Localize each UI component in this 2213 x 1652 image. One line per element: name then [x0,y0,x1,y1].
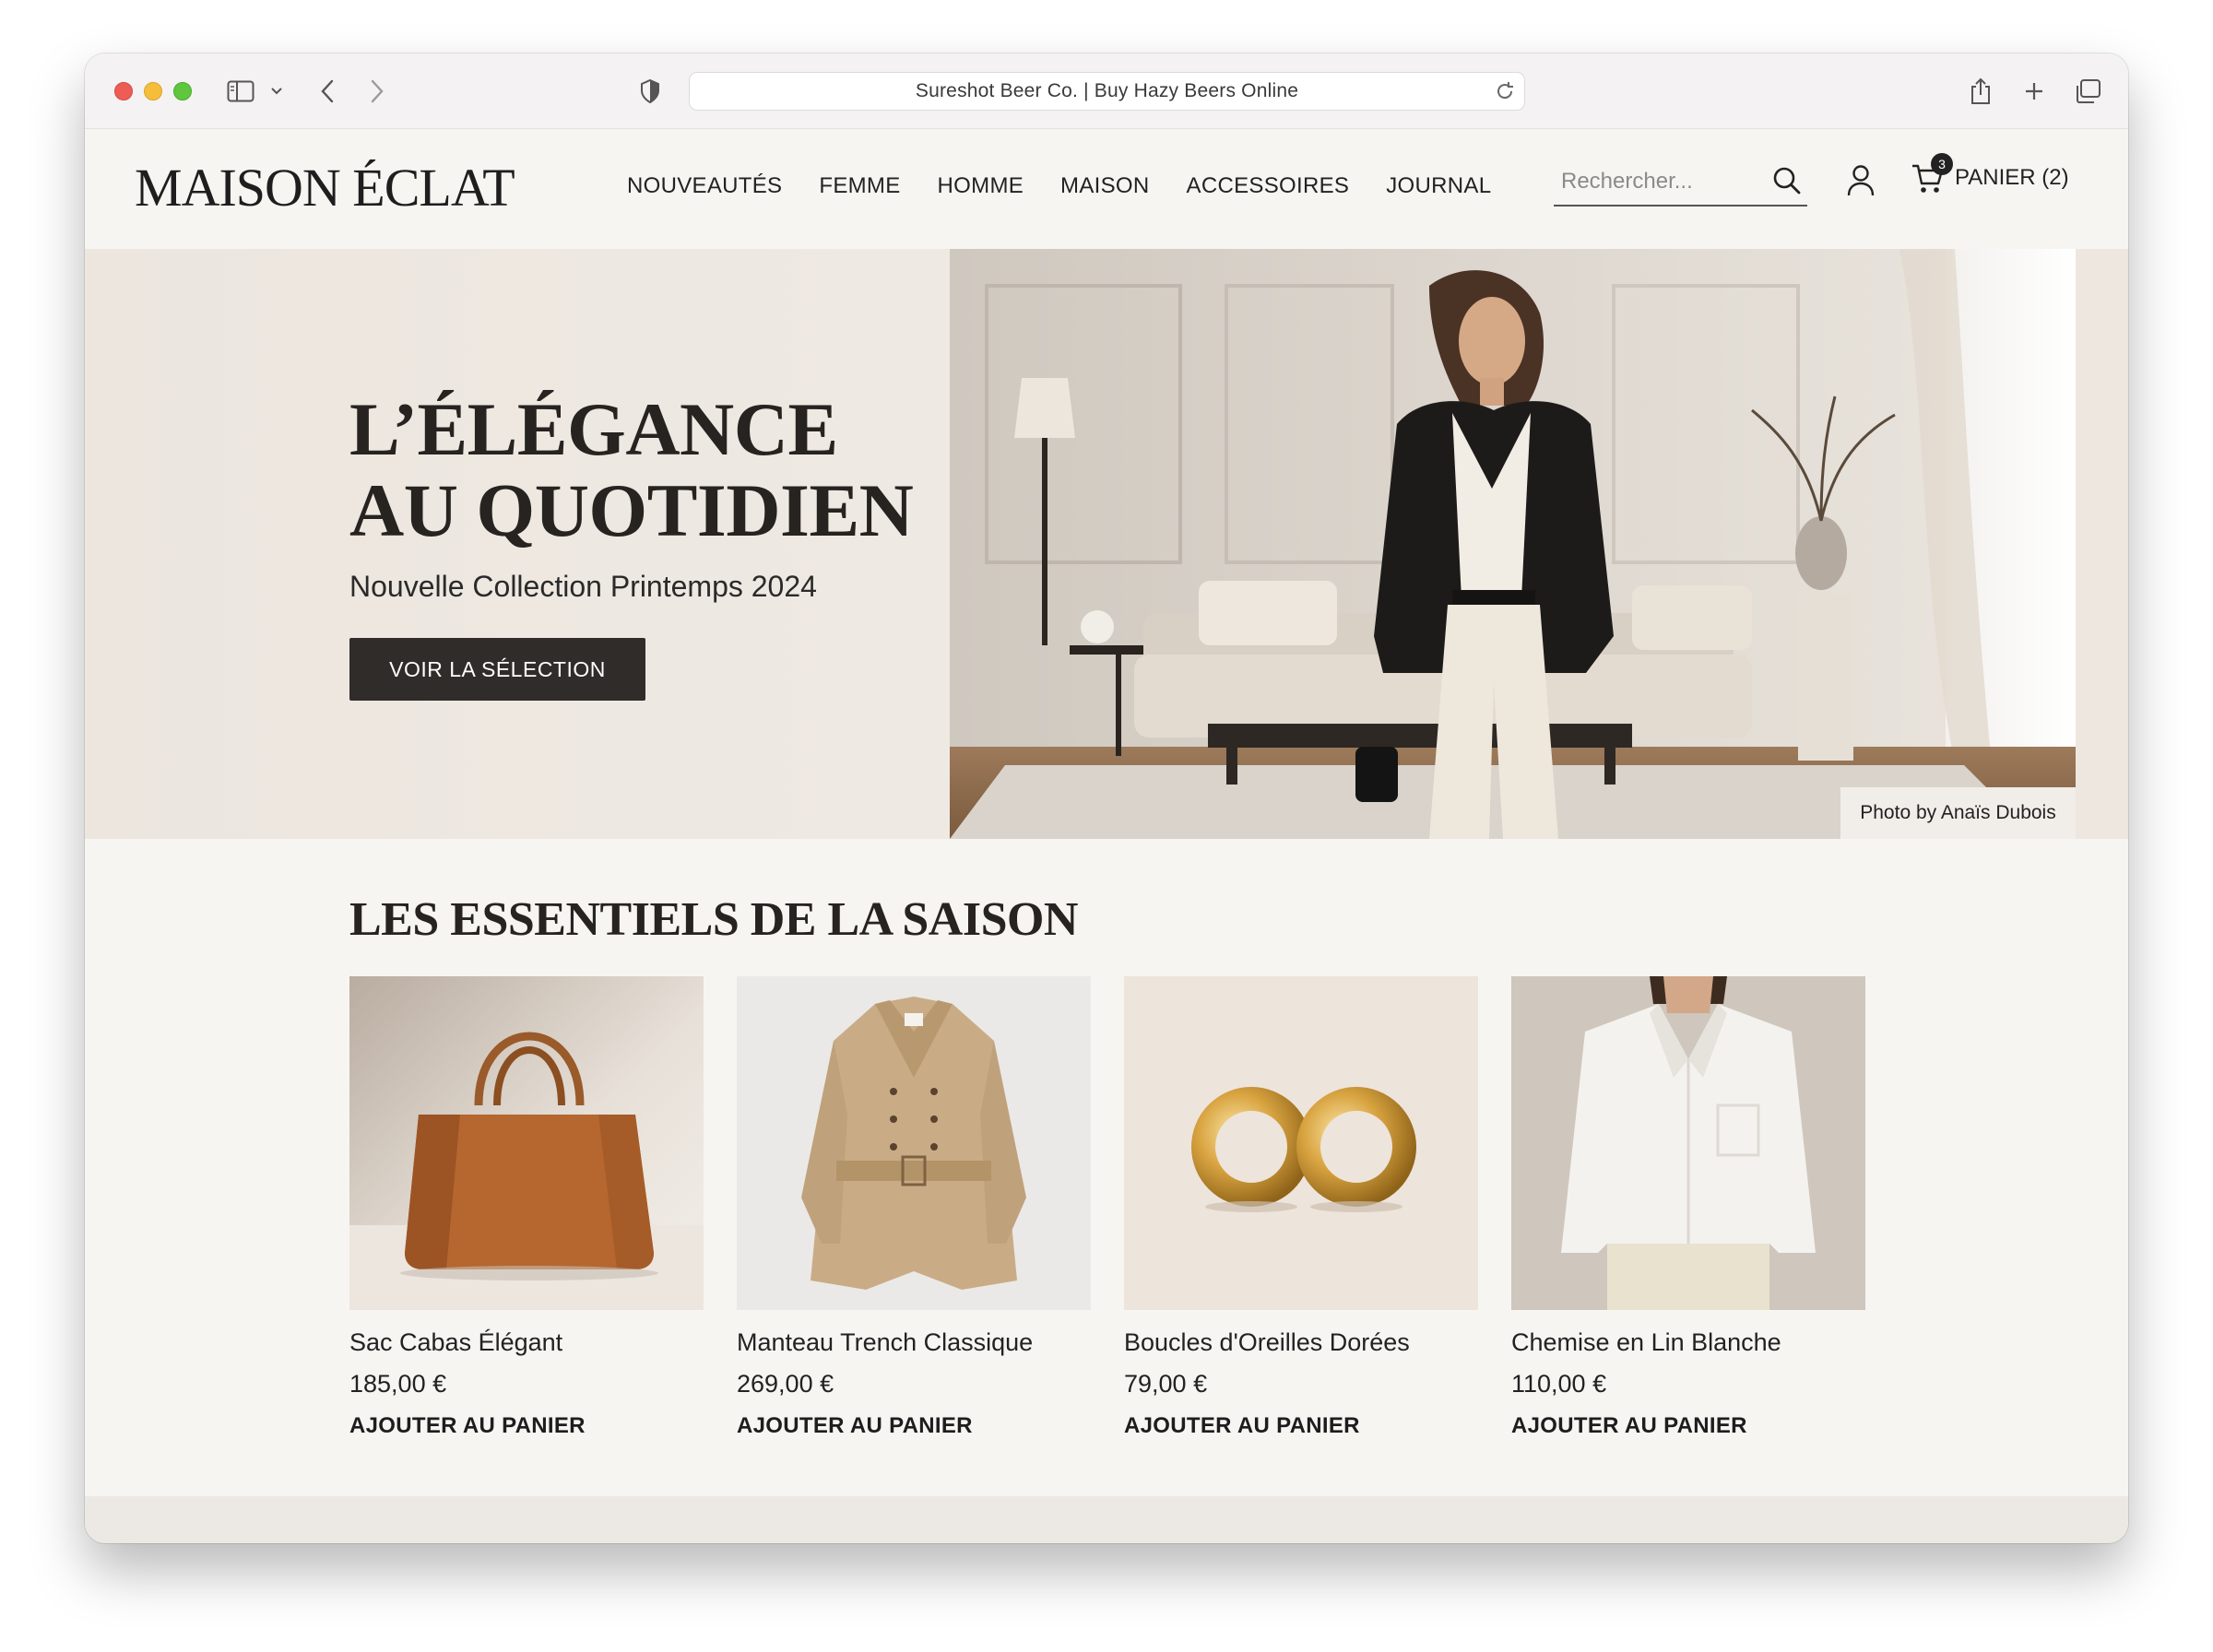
product-image-trench-coat[interactable] [737,976,1091,1310]
minimize-window-button[interactable] [144,82,162,100]
hero-photo-illustration [950,249,2076,839]
product-grid: Sac Cabas Élégant 185,00 € AJOUTER AU PA… [349,976,1865,1439]
product-name[interactable]: Boucles d'Oreilles Dorées [1124,1328,1478,1357]
search-input[interactable] [1561,166,1755,197]
page-title-in-address-bar: Sureshot Beer Co. | Buy Hazy Beers Onlin… [915,80,1299,101]
nav-item-journal[interactable]: JOURNAL [1386,173,1491,199]
hero-title: L’ÉLÉGANCE AU QUOTIDIEN [349,387,914,552]
product-price: 110,00 € [1511,1370,1607,1398]
close-window-button[interactable] [114,82,133,100]
product-name[interactable]: Manteau Trench Classique [737,1328,1091,1357]
hero-subtitle: Nouvelle Collection Printemps 2024 [349,570,817,603]
nav-item-homme[interactable]: HOMME [938,173,1024,199]
sidebar-toggle-icon[interactable] [225,74,256,109]
product-card[interactable]: Sac Cabas Élégant 185,00 € AJOUTER AU PA… [349,976,704,1439]
brand-logo[interactable]: MAISON ÉCLAT [135,157,515,218]
search-box [1554,157,1807,206]
nav-item-maison[interactable]: MAISON [1060,173,1149,199]
privacy-shield-icon[interactable] [638,74,662,109]
hero-photo: Photo by Anaïs Dubois [950,249,2076,839]
product-price: 185,00 € [349,1370,447,1398]
browser-window: Sureshot Beer Co. | Buy Hazy Beers Onlin… [85,53,2128,1543]
hero-banner: L’ÉLÉGANCE AU QUOTIDIEN Nouvelle Collect… [85,249,2128,839]
tab-overview-icon[interactable] [2073,74,2102,109]
search-icon[interactable] [1772,166,1802,200]
hero-title-line-1: L’ÉLÉGANCE [349,387,838,471]
add-to-cart-button[interactable]: AJOUTER AU PANIER [1124,1413,1360,1439]
share-icon[interactable] [1968,74,1994,109]
site-header: MAISON ÉCLAT NOUVEAUTÉS FEMME HOMME MAIS… [85,129,2128,249]
main-navigation: NOUVEAUTÉS FEMME HOMME MAISON ACCESSOIRE… [627,173,1491,199]
add-to-cart-button[interactable]: AJOUTER AU PANIER [737,1413,973,1439]
nav-item-nouveautes[interactable]: NOUVEAUTÉS [627,173,782,199]
product-image-linen-shirt[interactable] [1511,976,1865,1310]
new-tab-plus-icon[interactable] [2021,74,2047,109]
address-bar[interactable]: Sureshot Beer Co. | Buy Hazy Beers Onlin… [689,72,1525,111]
zoom-window-button[interactable] [173,82,192,100]
product-card[interactable]: Boucles d'Oreilles Dorées 79,00 € AJOUTE… [1124,976,1478,1439]
product-price: 79,00 € [1124,1370,1208,1398]
photo-credit: Photo by Anaïs Dubois [1840,787,2076,839]
view-selection-button[interactable]: VOIR LA SÉLECTION [349,638,645,701]
cart-icon: 3 [1911,153,1953,195]
product-image-gold-earrings[interactable] [1124,976,1478,1310]
product-card[interactable]: Chemise en Lin Blanche 110,00 € AJOUTER … [1511,976,1865,1439]
product-name[interactable]: Chemise en Lin Blanche [1511,1328,1865,1357]
product-card[interactable]: Manteau Trench Classique 269,00 € AJOUTE… [737,976,1091,1439]
chevron-down-icon[interactable] [269,74,284,109]
product-name[interactable]: Sac Cabas Élégant [349,1328,704,1357]
section-title: LES ESSENTIELS DE LA SAISON [349,893,1079,946]
back-arrow-icon[interactable] [317,74,337,109]
footer-strip [85,1496,2128,1543]
cart-count-badge: 3 [1931,153,1953,175]
browser-toolbar: Sureshot Beer Co. | Buy Hazy Beers Onlin… [85,53,2128,129]
hero-title-line-2: AU QUOTIDIEN [349,468,914,552]
nav-item-accessoires[interactable]: ACCESSOIRES [1187,173,1350,199]
cart-label: PANIER (2) [1955,165,2069,190]
add-to-cart-button[interactable]: AJOUTER AU PANIER [1511,1413,1747,1439]
add-to-cart-button[interactable]: AJOUTER AU PANIER [349,1413,586,1439]
cart-button[interactable]: 3 PANIER (2) [1911,153,2069,195]
nav-item-femme[interactable]: FEMME [819,173,900,199]
product-price: 269,00 € [737,1370,834,1398]
product-image-tote-bag[interactable] [349,976,704,1310]
reload-icon[interactable] [1495,81,1515,107]
account-user-icon[interactable] [1846,164,1876,202]
forward-arrow-icon[interactable] [367,74,387,109]
